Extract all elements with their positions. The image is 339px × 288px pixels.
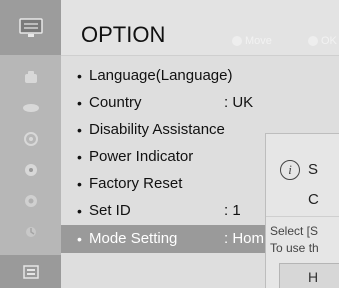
lock-menu-icon — [24, 163, 37, 176]
header: OPTION Move OK — [61, 0, 339, 56]
menu-item-label: Language(Language) — [89, 67, 233, 84]
popup-message-line-2: C — [308, 191, 319, 208]
move-hint: Move — [232, 35, 272, 47]
bullet: • — [77, 203, 82, 219]
popup-description-line-2: To use th — [270, 241, 319, 255]
move-hint-label: Move — [245, 35, 272, 47]
ok-hint: OK — [308, 35, 337, 47]
bullet: • — [77, 68, 82, 84]
info-icon: i — [280, 160, 300, 180]
menu-item-label: Power Indicator — [89, 148, 194, 165]
bullet: • — [77, 231, 82, 247]
popup-description-line-1: Select [S — [270, 224, 319, 238]
menu-item-language[interactable]: • Language(Language) — [61, 62, 339, 90]
menu-item-label: Set ID — [89, 202, 131, 219]
sidebar-item-option[interactable] — [0, 255, 61, 288]
popup-message-line-1: S — [308, 161, 319, 178]
menu-item-value: : Hom — [224, 230, 265, 247]
sidebar — [0, 0, 61, 288]
bullet: • — [77, 176, 82, 192]
sidebar-item-setup[interactable] — [0, 0, 61, 55]
navigation-icon — [232, 36, 242, 46]
menu-item-label: Factory Reset — [89, 175, 183, 192]
page-title: OPTION — [81, 22, 166, 47]
picture-menu-icon — [24, 70, 37, 83]
bullet: • — [77, 122, 82, 138]
option-menu-icon — [22, 264, 39, 279]
setup-menu-icon — [18, 17, 43, 37]
ok-hint-label: OK — [321, 35, 337, 47]
time-menu-icon — [23, 131, 38, 146]
bullet: • — [77, 95, 82, 111]
sidebar-item-sound[interactable] — [0, 92, 61, 123]
popup-divider — [266, 216, 339, 217]
menu-item-value: : UK — [224, 94, 254, 111]
sidebar-item-input[interactable] — [0, 216, 61, 247]
mode-setting-popup: i S C Select [S To use th H — [265, 133, 339, 288]
input-menu-icon — [25, 226, 36, 237]
ok-button-icon — [308, 36, 318, 46]
menu-item-label: Disability Assistance — [89, 121, 225, 138]
sound-menu-icon — [22, 103, 39, 112]
usb-menu-icon — [24, 194, 37, 207]
sidebar-item-picture[interactable] — [0, 62, 61, 93]
sidebar-item-lock[interactable] — [0, 154, 61, 185]
menu-item-country[interactable]: • Country : UK — [61, 89, 339, 117]
menu-item-label: Mode Setting — [89, 230, 178, 247]
bullet: • — [77, 149, 82, 165]
popup-home-button[interactable]: H — [279, 263, 339, 288]
menu-item-label: Country — [89, 94, 142, 111]
sidebar-item-usb[interactable] — [0, 185, 61, 216]
sidebar-item-time[interactable] — [0, 123, 61, 154]
tv-option-screen: OPTION Move OK • Language(Language) • Co… — [0, 0, 339, 288]
popup-button-label: H — [308, 269, 319, 285]
menu-item-value: : 1 — [224, 202, 241, 219]
